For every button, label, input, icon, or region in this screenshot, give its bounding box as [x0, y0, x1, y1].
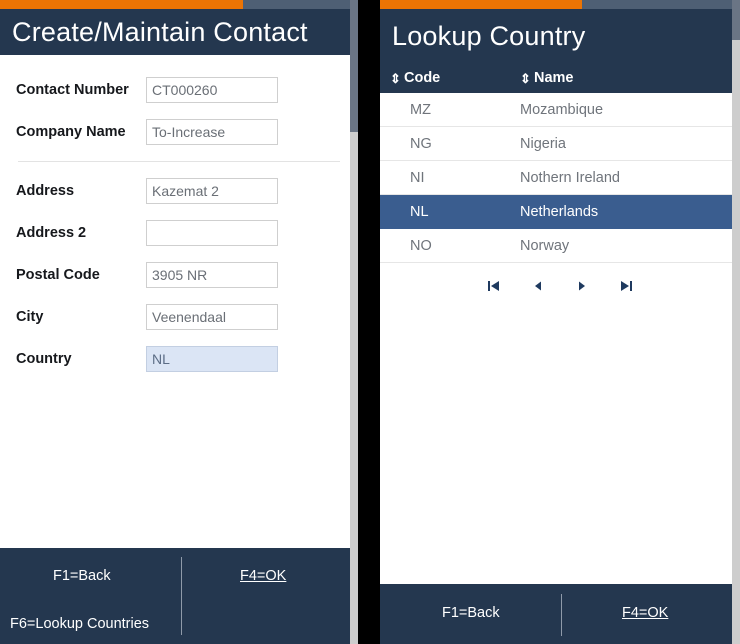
- contact-form-body: Contact Number Company Name Address Addr…: [0, 55, 358, 548]
- left-progress-bar: [0, 0, 358, 9]
- previous-page-button[interactable]: [527, 275, 549, 297]
- create-maintain-contact-panel: Create/Maintain Contact Contact Number C…: [0, 0, 358, 644]
- postal-code-input[interactable]: [146, 262, 278, 288]
- address-input[interactable]: [146, 178, 278, 204]
- sort-updown-icon[interactable]: ⇕: [520, 72, 531, 85]
- label-company-name: Company Name: [16, 124, 126, 140]
- city-input[interactable]: [146, 304, 278, 330]
- first-page-button[interactable]: [483, 275, 505, 297]
- pagination-controls: [380, 263, 740, 309]
- cell-name: Nothern Ireland: [520, 169, 620, 186]
- contact-form: Contact Number Company Name Address Addr…: [0, 55, 358, 380]
- right-panel-scrollbar[interactable]: [732, 0, 740, 644]
- address-2-input[interactable]: [146, 220, 278, 246]
- f4-ok-button[interactable]: F4=OK: [240, 568, 286, 584]
- next-page-button[interactable]: [571, 275, 593, 297]
- right-footer: F1=Back F4=OK: [380, 584, 740, 644]
- label-city: City: [16, 309, 44, 325]
- right-progress-fill: [380, 0, 582, 9]
- f4-ok-button[interactable]: F4=OK: [622, 605, 668, 621]
- left-progress-fill: [0, 0, 244, 9]
- lookup-body: ⇕ Code ⇕ Name MZ Mozambique NG Nigeria N…: [380, 63, 740, 584]
- label-postal-code: Postal Code: [16, 267, 100, 283]
- label-contact-number: Contact Number: [16, 82, 129, 98]
- f1-back-button[interactable]: F1=Back: [442, 605, 500, 621]
- left-panel-scrollbar[interactable]: [350, 0, 358, 644]
- cell-code: NI: [410, 169, 425, 186]
- table-row[interactable]: NI Nothern Ireland: [380, 161, 740, 195]
- form-divider: [18, 161, 340, 162]
- cell-name: Nigeria: [520, 135, 566, 152]
- cell-name: Norway: [520, 237, 570, 254]
- cell-code: NG: [410, 135, 432, 152]
- field-row-city: City: [0, 296, 358, 338]
- label-address-2: Address 2: [16, 225, 87, 241]
- column-header-code[interactable]: ⇕ Code: [380, 70, 520, 86]
- contact-number-input[interactable]: [146, 77, 278, 103]
- left-title-bar: Create/Maintain Contact: [0, 9, 358, 55]
- last-page-icon: [621, 281, 632, 291]
- right-progress-bar: [380, 0, 740, 9]
- field-row-address-2: Address 2: [0, 212, 358, 254]
- previous-page-icon: [535, 281, 541, 291]
- left-footer: F1=Back F4=OK F6=Lookup Countries: [0, 548, 358, 644]
- field-row-country: Country: [0, 338, 358, 380]
- cell-code: NO: [410, 237, 432, 254]
- table-row[interactable]: NO Norway: [380, 229, 740, 263]
- country-input[interactable]: [146, 346, 278, 372]
- country-table: ⇕ Code ⇕ Name MZ Mozambique NG Nigeria N…: [380, 63, 740, 309]
- left-footer-separator: [181, 557, 182, 635]
- page-title: Create/Maintain Contact: [12, 16, 308, 47]
- sort-updown-icon[interactable]: ⇕: [390, 72, 401, 85]
- cell-name: Netherlands: [520, 203, 599, 220]
- cell-code: NL: [410, 203, 429, 220]
- table-header-row: ⇕ Code ⇕ Name: [380, 63, 740, 93]
- f6-lookup-countries-button[interactable]: F6=Lookup Countries: [10, 616, 149, 632]
- cell-code: MZ: [410, 101, 431, 118]
- first-page-icon: [488, 281, 499, 291]
- column-header-code-label: Code: [404, 70, 441, 86]
- table-row-selected[interactable]: NL Netherlands: [380, 195, 740, 229]
- lookup-title: Lookup Country: [392, 20, 586, 51]
- right-panel-scroll-thumb[interactable]: [732, 0, 740, 40]
- panel-gap: [358, 0, 380, 644]
- field-row-postal-code: Postal Code: [0, 254, 358, 296]
- cell-name: Mozambique: [520, 101, 604, 118]
- right-title-bar: Lookup Country: [380, 9, 740, 63]
- table-row[interactable]: NG Nigeria: [380, 127, 740, 161]
- table-row[interactable]: MZ Mozambique: [380, 93, 740, 127]
- label-country: Country: [16, 351, 72, 367]
- label-address: Address: [16, 183, 75, 199]
- left-panel-scroll-thumb[interactable]: [350, 0, 358, 132]
- last-page-button[interactable]: [615, 275, 637, 297]
- lookup-country-panel: Lookup Country ⇕ Code ⇕ Name MZ Mozambiq…: [380, 0, 740, 644]
- next-page-icon: [579, 281, 585, 291]
- company-name-input[interactable]: [146, 119, 278, 145]
- field-row-contact-number: Contact Number: [0, 69, 358, 111]
- column-header-name[interactable]: ⇕ Name: [520, 70, 740, 86]
- field-row-address: Address: [0, 170, 358, 212]
- field-row-company-name: Company Name: [0, 111, 358, 153]
- f1-back-button[interactable]: F1=Back: [53, 568, 111, 584]
- app-screen: Create/Maintain Contact Contact Number C…: [0, 0, 740, 644]
- right-footer-separator: [561, 594, 562, 636]
- column-header-name-label: Name: [534, 70, 574, 86]
